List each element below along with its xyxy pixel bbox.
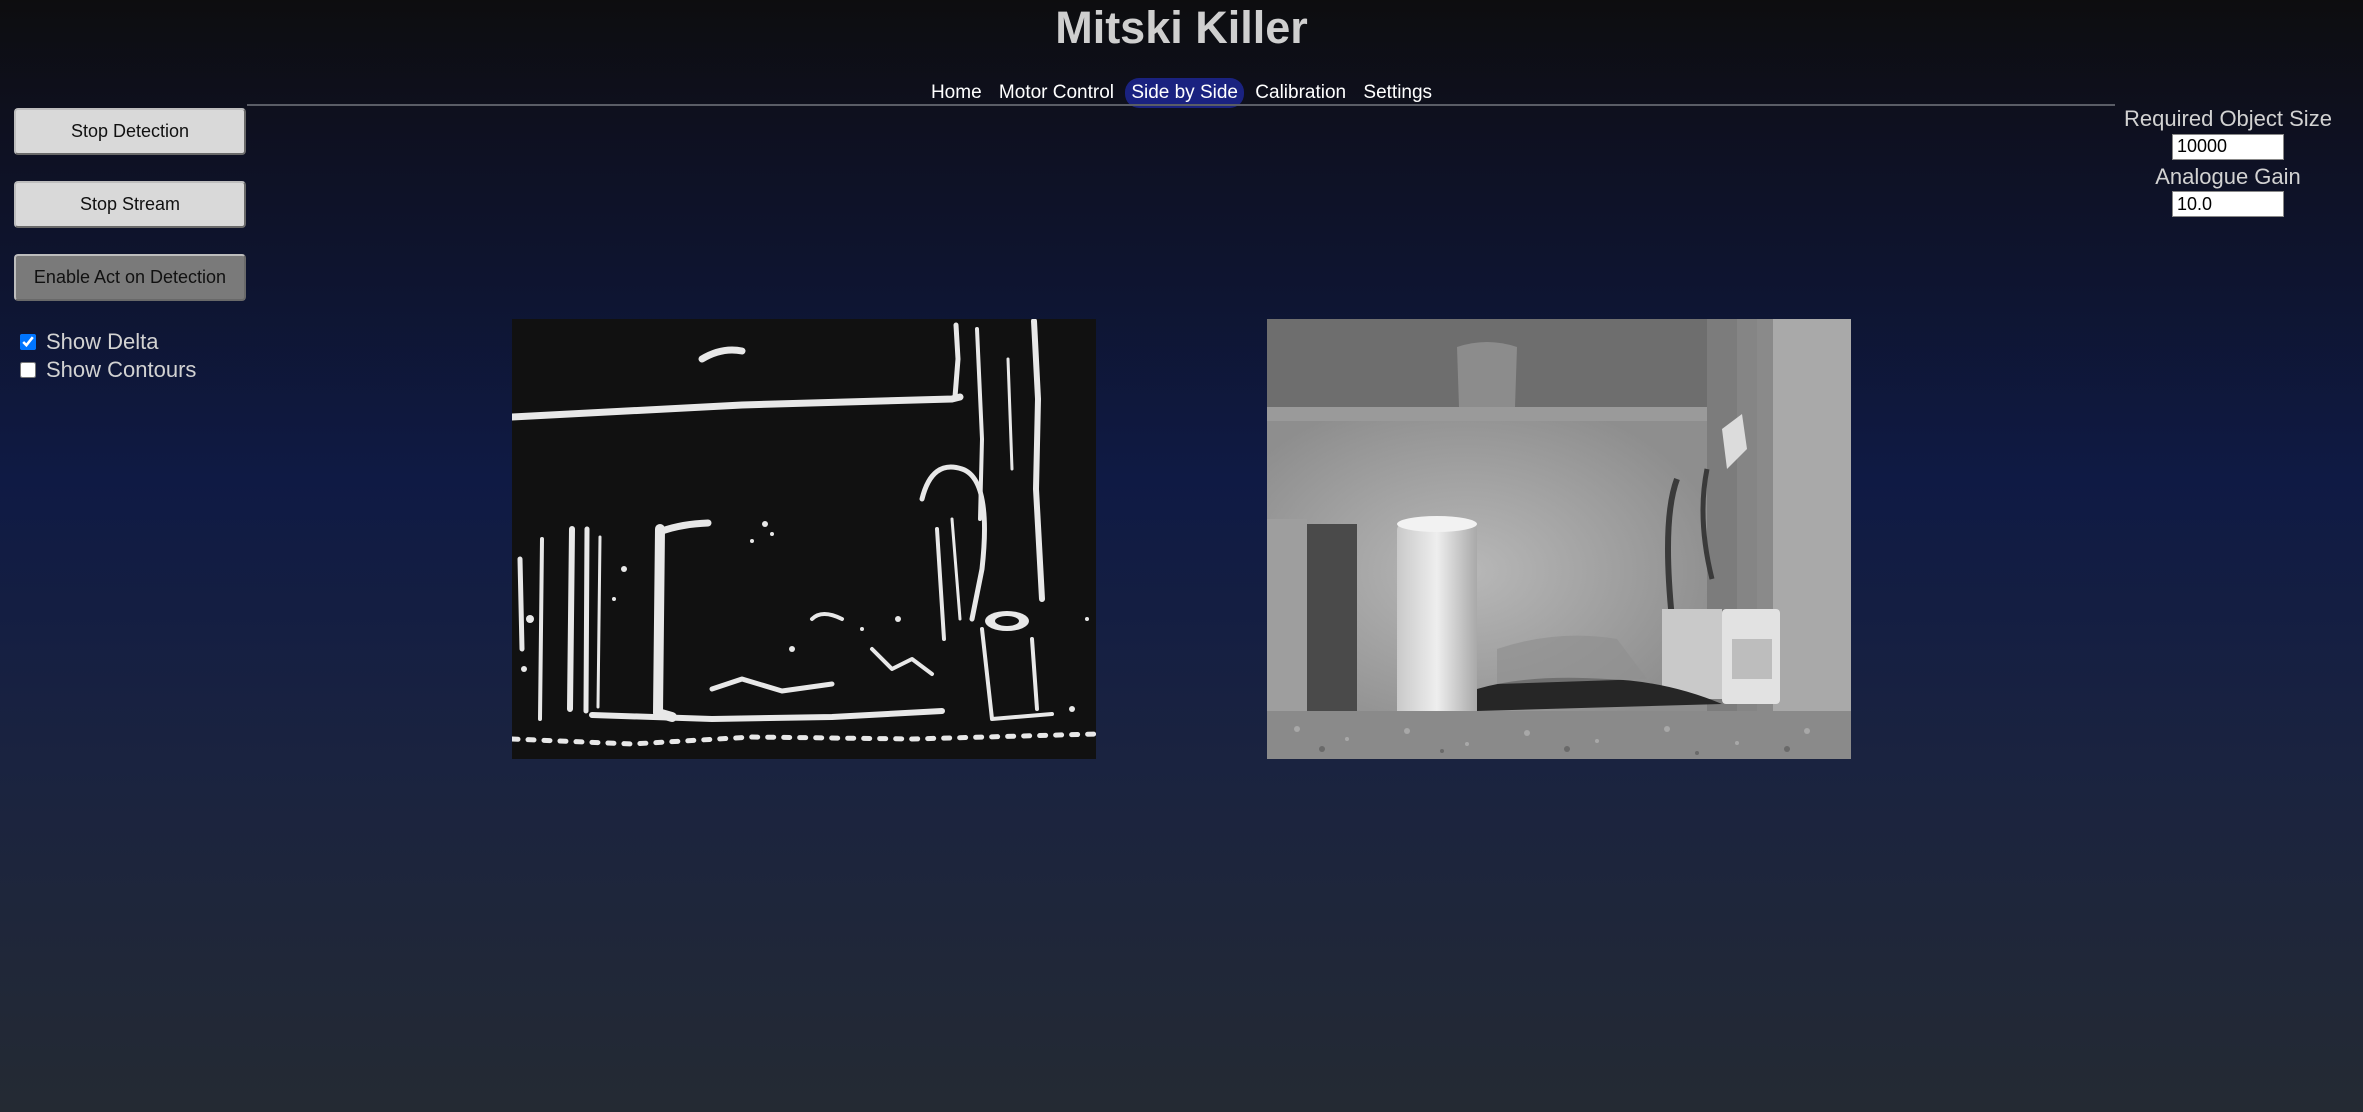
required-object-size-label: Required Object Size <box>2124 106 2332 131</box>
show-contours-option[interactable]: Show Contours <box>20 357 196 383</box>
analogue-gain-label: Analogue Gain <box>2155 163 2301 189</box>
control-panel: Stop Detection Stop Stream Enable Act on… <box>14 108 246 327</box>
camera-feed-image <box>1267 319 1851 759</box>
show-delta-option[interactable]: Show Delta <box>20 329 159 355</box>
enable-act-on-detection-button[interactable]: Enable Act on Detection <box>14 254 246 301</box>
show-delta-label: Show Delta <box>46 329 159 354</box>
delta-mask-image <box>512 319 1096 759</box>
nav-divider <box>247 104 2115 106</box>
analogue-gain-input[interactable] <box>2172 191 2284 217</box>
show-delta-checkbox[interactable] <box>20 334 36 350</box>
stop-stream-button[interactable]: Stop Stream <box>14 181 246 228</box>
show-contours-checkbox[interactable] <box>20 362 36 378</box>
stop-detection-button[interactable]: Stop Detection <box>14 108 246 155</box>
show-contours-label: Show Contours <box>46 357 197 382</box>
required-object-size-input[interactable] <box>2172 133 2284 160</box>
page-title: Mitski Killer <box>1055 2 1308 53</box>
delta-feed <box>512 319 1096 759</box>
camera-feed <box>1267 319 1851 759</box>
detection-settings: Required Object Size Analogue Gain <box>2118 106 2338 221</box>
